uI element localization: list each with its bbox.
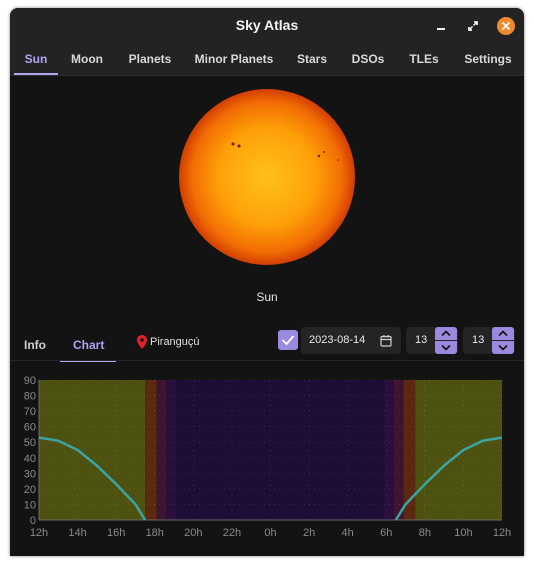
chevron-up-icon [498, 330, 508, 337]
tab-moon[interactable]: Moon [62, 45, 112, 75]
chart-x-tick-label: 8h [419, 527, 431, 539]
maximize-icon [468, 21, 478, 31]
chart-x-tick-label: 2h [303, 527, 315, 539]
chart-y-tick-label: 40 [24, 453, 36, 465]
chart-y-tick-label: 70 [24, 406, 36, 418]
chart-y-tick-label: 20 [24, 484, 36, 496]
chart-y-tick-label: 0 [30, 515, 36, 527]
subtab-chart[interactable]: Chart [73, 328, 104, 360]
chart-y-tick-label: 50 [24, 437, 36, 449]
app-window: Sky Atlas Sun Moon Planets Minor Planets… [10, 8, 524, 556]
date-value: 2023-08-14 [309, 334, 366, 346]
altitude-chart-svg: 0 10 20 30 40 50 60 70 80 90 12h 14h 16h 18h 20h 22h 0h 2… [24, 375, 511, 539]
maximize-button[interactable] [464, 17, 482, 35]
chart-x-tick-label: 6h [380, 527, 392, 539]
chart-band-astronomical [166, 380, 176, 520]
tab-planets[interactable]: Planets [122, 45, 178, 75]
sun-image [178, 88, 356, 266]
chart-y-tick-label: 80 [24, 391, 36, 403]
chart-band-night [175, 380, 385, 520]
minute-decrement-button[interactable] [492, 341, 514, 354]
chevron-down-icon [441, 344, 451, 351]
sun-caption: Sun [256, 290, 278, 304]
close-icon [501, 21, 511, 31]
chart-x-tick-label: 12h [493, 527, 511, 539]
chart-x-tick-label: 0h [264, 527, 276, 539]
chart-x-tick-label: 12h [30, 527, 48, 539]
hour-spinner[interactable]: 13 [406, 327, 458, 354]
chart-x-tick-label: 10h [454, 527, 472, 539]
chart-x-tick-label: 22h [223, 527, 241, 539]
tab-sun[interactable]: Sun [14, 45, 58, 75]
minute-value: 13 [472, 334, 485, 346]
active-tab-indicator [14, 73, 58, 75]
hour-decrement-button[interactable] [435, 341, 457, 354]
location-pin-icon [137, 335, 147, 349]
minute-spinner[interactable]: 13 [463, 327, 515, 354]
tab-dsos[interactable]: DSOs [346, 45, 390, 75]
close-button[interactable] [497, 17, 515, 35]
tab-minor-planets[interactable]: Minor Planets [190, 45, 278, 75]
chart-x-tick-label: 18h [146, 527, 164, 539]
chevron-up-icon [441, 330, 451, 337]
chart-x-tick-label: 4h [342, 527, 354, 539]
chart-x-tick-label: 16h [107, 527, 125, 539]
minimize-button[interactable] [432, 17, 450, 35]
tab-settings[interactable]: Settings [458, 45, 518, 75]
chart-band-nautical [393, 380, 404, 520]
tab-tles[interactable]: TLEs [402, 45, 446, 75]
minimize-icon [437, 28, 445, 30]
chart-y-tick-label: 90 [24, 375, 36, 387]
chart-band-day [415, 380, 502, 520]
hour-value: 13 [415, 334, 428, 346]
title-bar: Sky Atlas [10, 8, 524, 45]
chart-band-nautical [156, 380, 167, 520]
tab-stars[interactable]: Stars [290, 45, 334, 75]
minute-increment-button[interactable] [492, 327, 514, 340]
use-custom-time-checkbox[interactable] [278, 330, 298, 350]
chart-y-tick-label: 10 [24, 499, 36, 511]
divider [10, 360, 524, 361]
main-tab-bar: Sun Moon Planets Minor Planets Stars DSO… [10, 45, 524, 76]
date-input[interactable]: 2023-08-14 [301, 327, 401, 354]
hour-increment-button[interactable] [435, 327, 457, 340]
subtab-info[interactable]: Info [24, 328, 46, 360]
checkmark-icon [281, 335, 295, 346]
chart-x-tick-label: 14h [68, 527, 86, 539]
calendar-icon[interactable] [380, 334, 392, 347]
chevron-down-icon [498, 344, 508, 351]
chart-y-tick-label: 30 [24, 468, 36, 480]
chart-x-tick-label: 20h [184, 527, 202, 539]
location-name: Piranguçú [150, 336, 200, 348]
chart-y-tick-label: 60 [24, 422, 36, 434]
altitude-chart: 0 10 20 30 40 50 60 70 80 90 12h 14h 16h 18h 20h 22h 0h 2… [10, 373, 524, 543]
